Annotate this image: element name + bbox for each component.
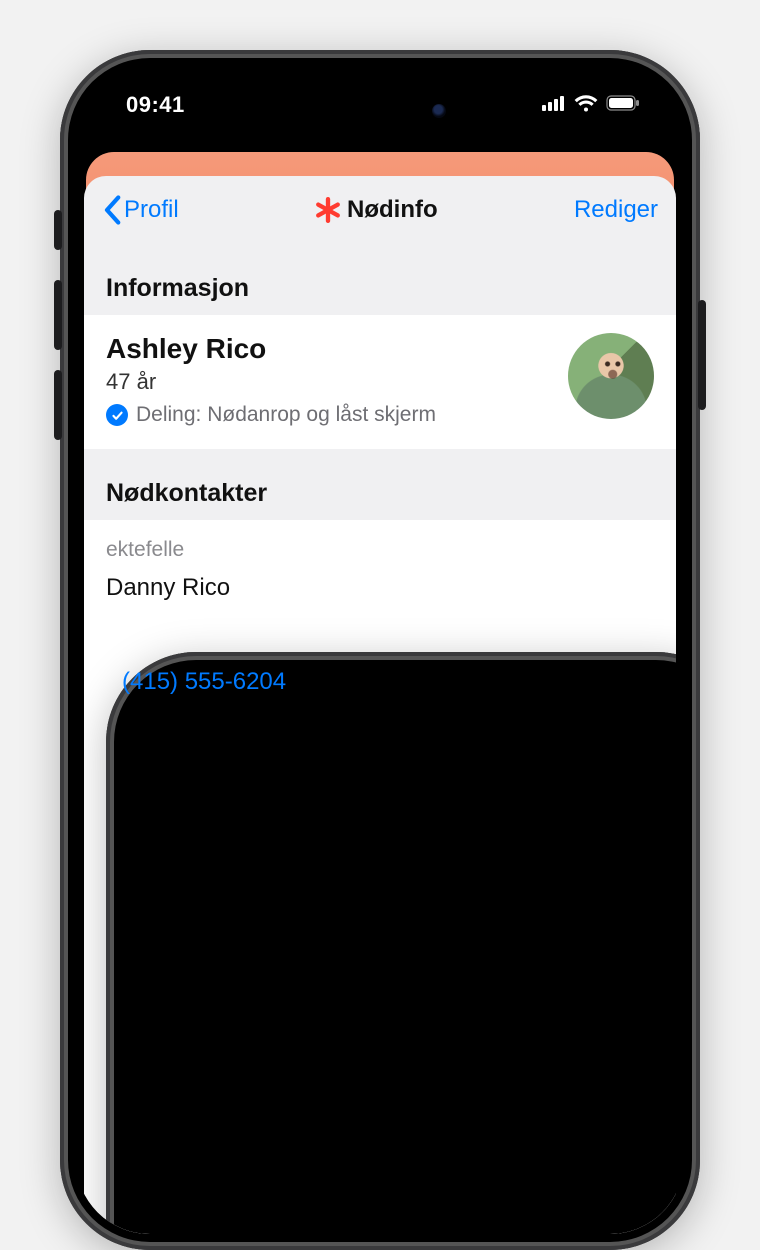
power-button: [698, 300, 706, 410]
profile-card: Ashley Rico 47 år Deling: Nødanrop og lå…: [84, 315, 676, 449]
sharing-text: Deling: Nødanrop og låst skjerm: [136, 403, 436, 427]
page-title: Nødinfo: [315, 196, 438, 224]
contact-phone[interactable]: (415) 555-6204: [106, 652, 676, 1234]
medical-asterisk-icon: [315, 197, 341, 223]
profile-name: Ashley Rico: [106, 333, 436, 365]
back-button[interactable]: Profil: [102, 195, 179, 225]
medical-id-sheet: Profil Nødinfo Rediger Informasjon: [84, 176, 676, 1234]
phone-frame: 09:41: [60, 50, 700, 1250]
status-time: 09:41: [126, 92, 185, 118]
contact-name: Danny Rico: [106, 574, 654, 602]
wifi-icon: [574, 94, 598, 117]
cellular-icon: [542, 95, 566, 116]
profile-age: 47 år: [106, 369, 436, 395]
contact-entry[interactable]: ektefelle Danny Rico (415) 555-6204: [84, 520, 676, 1234]
checkmark-badge-icon: [106, 404, 128, 426]
section-header-info: Informasjon: [84, 244, 676, 315]
dynamic-island: [298, 88, 462, 134]
title-text: Nødinfo: [347, 196, 438, 224]
section-header-contacts: Nødkontakter: [84, 449, 676, 520]
edit-button[interactable]: Rediger: [574, 196, 658, 224]
volume-down-button: [54, 370, 62, 440]
avatar: [568, 333, 654, 419]
contact-relation: ektefelle: [106, 538, 654, 562]
battery-icon: [606, 95, 640, 116]
front-camera: [432, 104, 446, 118]
nav-bar: Profil Nødinfo Rediger: [84, 176, 676, 244]
chevron-left-icon: [102, 195, 122, 225]
screen: 09:41: [76, 66, 684, 1234]
silence-switch: [54, 210, 62, 250]
emergency-contacts-list: ektefelle Danny Rico (415) 555-6204 fore…: [84, 520, 676, 1234]
back-label: Profil: [124, 196, 179, 224]
volume-up-button: [54, 280, 62, 350]
sharing-row: Deling: Nødanrop og låst skjerm: [106, 403, 436, 427]
